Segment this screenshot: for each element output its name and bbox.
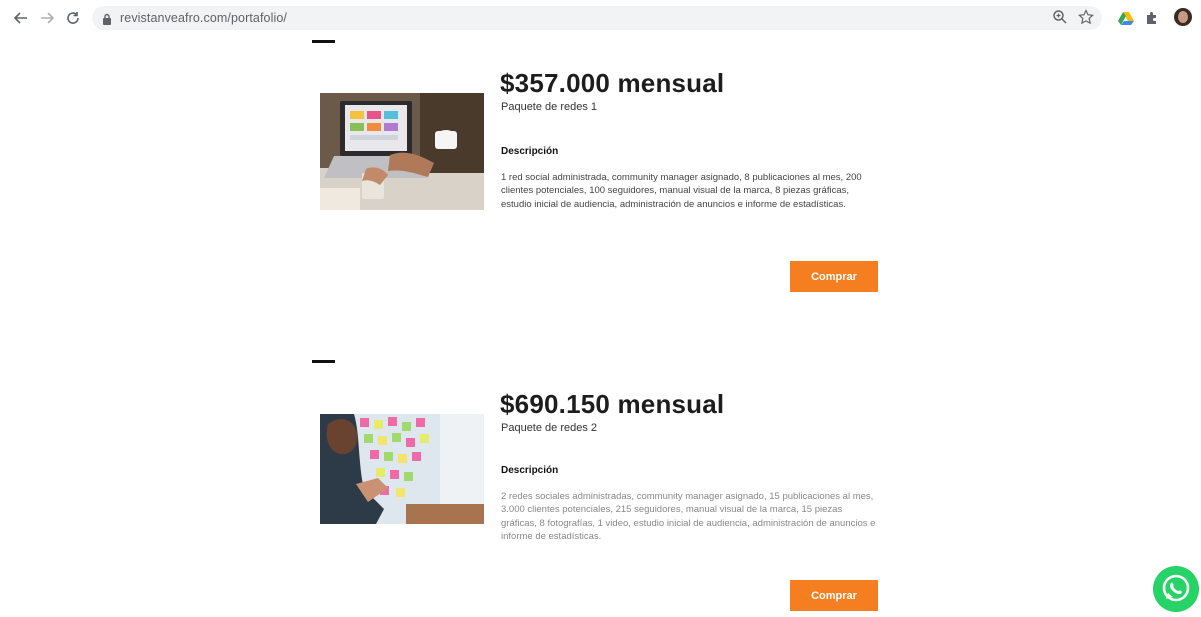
section-divider bbox=[312, 360, 335, 363]
zoom-icon[interactable] bbox=[1052, 9, 1068, 30]
forward-icon[interactable] bbox=[36, 7, 58, 29]
product-package-name: Paquete de redes 1 bbox=[501, 101, 598, 113]
description-heading: Descripción bbox=[501, 146, 559, 157]
product-package-name: Paquete de redes 2 bbox=[501, 422, 598, 434]
reload-icon[interactable] bbox=[62, 7, 84, 29]
buy-button[interactable]: Comprar bbox=[790, 580, 878, 611]
drive-extension-icon[interactable] bbox=[1116, 8, 1136, 28]
product-price: $357.000 mensual bbox=[500, 68, 725, 98]
section-divider bbox=[312, 40, 335, 43]
product-image-sticky-notes bbox=[320, 414, 484, 524]
browser-toolbar: revistanveafro.com/portafolio/ bbox=[0, 0, 1201, 36]
back-icon[interactable] bbox=[10, 7, 32, 29]
product-price: $690.150 mensual bbox=[500, 389, 725, 419]
description-heading: Descripción bbox=[501, 465, 559, 476]
lock-icon bbox=[102, 12, 112, 25]
product-description: 2 redes sociales administradas, communit… bbox=[501, 491, 876, 543]
product-image-laptop bbox=[320, 93, 484, 210]
extensions-puzzle-icon[interactable] bbox=[1142, 8, 1162, 28]
profile-avatar[interactable] bbox=[1174, 8, 1192, 26]
whatsapp-float-button[interactable] bbox=[1153, 566, 1199, 612]
address-bar[interactable]: revistanveafro.com/portafolio/ bbox=[92, 6, 1102, 30]
url-text: revistanveafro.com/portafolio/ bbox=[120, 11, 287, 25]
whatsapp-icon bbox=[1162, 574, 1190, 602]
product-description: 1 red social administrada, community man… bbox=[501, 172, 862, 210]
bookmark-star-icon[interactable] bbox=[1078, 9, 1094, 30]
buy-button[interactable]: Comprar bbox=[790, 261, 878, 292]
